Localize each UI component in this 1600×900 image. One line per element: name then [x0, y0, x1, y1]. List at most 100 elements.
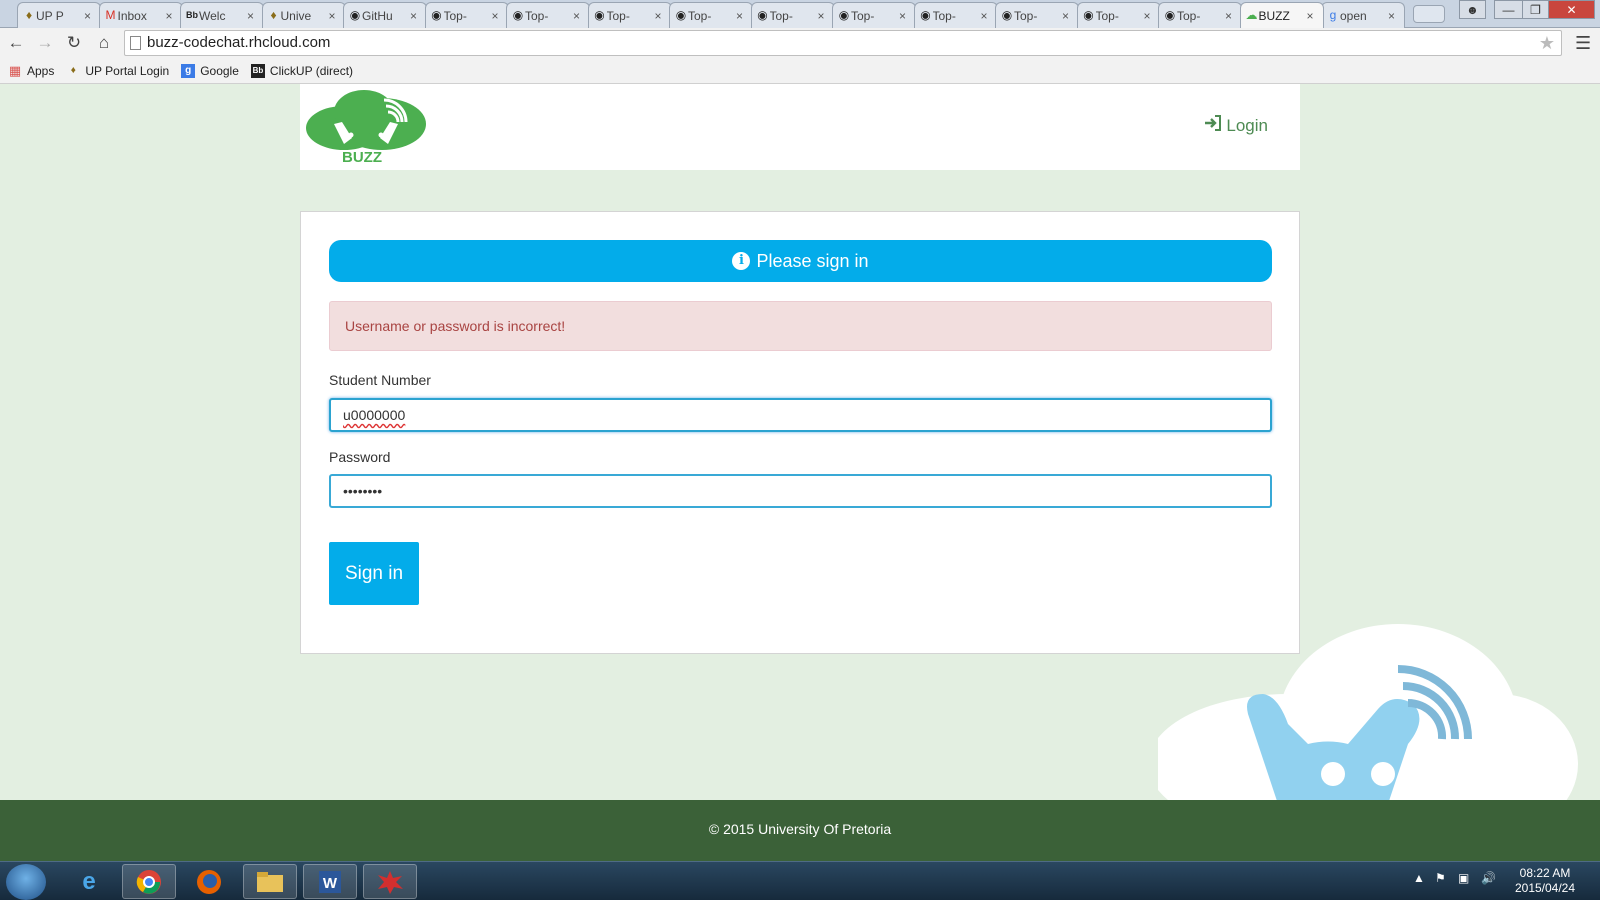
- tab-close-icon[interactable]: ×: [981, 9, 988, 23]
- bookmark-clickup[interactable]: Bb ClickUP (direct): [250, 63, 354, 78]
- gmail-icon: M: [105, 8, 116, 22]
- tab-label: UP P: [36, 8, 64, 23]
- tab-close-icon[interactable]: ×: [573, 9, 580, 23]
- tab-label: Top-: [769, 8, 793, 23]
- bookmark-apps[interactable]: ▦ Apps: [8, 63, 55, 78]
- github-icon: ◉: [431, 8, 442, 22]
- tab-label: Top-: [1177, 8, 1201, 23]
- tab-close-icon[interactable]: ×: [1225, 9, 1232, 23]
- copyright-text: © 2015 University Of Pretoria: [708, 821, 892, 837]
- tab-close-icon[interactable]: ×: [899, 9, 906, 23]
- student-number-label: Student Number: [329, 372, 431, 388]
- site-header: BUZZ Login: [300, 84, 1300, 170]
- browser-tab[interactable]: ◉ GitHu ×: [343, 2, 427, 28]
- start-button[interactable]: [6, 864, 46, 900]
- clock-date: 2015/04/24: [1514, 881, 1576, 895]
- bookmark-up-portal[interactable]: ♦ UP Portal Login: [66, 64, 169, 78]
- sign-in-panel: i Please sign in Username or password is…: [300, 211, 1300, 654]
- student-number-input[interactable]: u0000000: [329, 398, 1272, 432]
- bookmark-google[interactable]: g Google: [181, 63, 239, 78]
- bookmark-star-icon[interactable]: ★: [1539, 31, 1555, 55]
- reload-button[interactable]: ↻: [62, 32, 86, 54]
- site-footer: © 2015 University Of Pretoria: [0, 800, 1600, 861]
- tab-close-icon[interactable]: ×: [736, 9, 743, 23]
- tab-close-icon[interactable]: ×: [1307, 9, 1314, 23]
- minimize-button[interactable]: —: [1494, 0, 1523, 19]
- browser-tab[interactable]: Bb Welc ×: [180, 2, 264, 28]
- tab-close-icon[interactable]: ×: [1388, 9, 1395, 23]
- github-icon: ◉: [512, 8, 524, 22]
- browser-tab[interactable]: ♦ Unive ×: [261, 2, 346, 28]
- browser-tab[interactable]: ◉ Top- ×: [424, 2, 509, 28]
- tab-close-icon[interactable]: ×: [84, 9, 91, 23]
- tray-expand-icon[interactable]: ▲: [1413, 871, 1425, 885]
- close-window-button[interactable]: ✕: [1548, 0, 1595, 19]
- tab-close-icon[interactable]: ×: [247, 9, 254, 23]
- folder-icon[interactable]: [243, 864, 297, 899]
- tab-label: Top-: [851, 8, 875, 23]
- tab-close-icon[interactable]: ×: [1062, 9, 1069, 23]
- tab-close-icon[interactable]: ×: [329, 9, 336, 23]
- tab-label: GitHu: [362, 8, 393, 23]
- bookmark-label: ClickUP (direct): [269, 63, 354, 78]
- network-icon[interactable]: ▣: [1458, 871, 1469, 885]
- sign-in-button[interactable]: Sign in: [329, 542, 419, 605]
- browser-tab[interactable]: ☁ BUZZ ×: [1239, 2, 1324, 28]
- volume-icon[interactable]: 🔊: [1481, 871, 1496, 885]
- chrome-menu-icon[interactable]: ☰: [1575, 33, 1591, 54]
- github-icon: ◉: [1083, 8, 1094, 22]
- address-bar[interactable]: buzz-codechat.rhcloud.com ★: [124, 30, 1562, 56]
- github-icon: ◉: [594, 8, 605, 22]
- firefox-icon[interactable]: [182, 864, 236, 899]
- error-message: Username or password is incorrect!: [345, 318, 566, 334]
- browser-tab[interactable]: ◉ Top- ×: [995, 2, 1079, 28]
- action-center-flag-icon[interactable]: ⚑: [1435, 871, 1446, 885]
- blackboard-icon: Bb: [250, 63, 265, 78]
- tab-close-icon[interactable]: ×: [1144, 9, 1151, 23]
- tab-label: Top-: [688, 8, 712, 23]
- browser-tab[interactable]: ◉ Top- ×: [1158, 2, 1242, 28]
- browser-tab[interactable]: ◉ Top- ×: [750, 2, 835, 28]
- tab-close-icon[interactable]: ×: [166, 9, 173, 23]
- browser-tab[interactable]: ◉ Top- ×: [506, 2, 590, 28]
- tab-close-icon[interactable]: ×: [818, 9, 825, 23]
- password-label: Password: [329, 449, 391, 465]
- browser-tab[interactable]: ◉ Top- ×: [913, 2, 998, 28]
- home-button[interactable]: ⌂: [92, 32, 116, 54]
- red-splat-icon[interactable]: [363, 864, 417, 899]
- forward-button[interactable]: →: [33, 32, 57, 54]
- github-icon: ◉: [1001, 8, 1013, 22]
- browser-toolbar: ← → ↻ ⌂ buzz-codechat.rhcloud.com ★ ☰: [0, 28, 1600, 58]
- password-input[interactable]: ••••••••: [329, 474, 1272, 508]
- word-icon[interactable]: W: [303, 864, 357, 899]
- system-clock[interactable]: 08:22 AM 2015/04/24: [1510, 866, 1580, 896]
- github-icon: ◉: [757, 8, 768, 22]
- tab-close-icon[interactable]: ×: [410, 9, 417, 23]
- browser-tab[interactable]: ◉ Top- ×: [832, 2, 916, 28]
- browser-tab[interactable]: ♦ UP P ×: [17, 2, 101, 28]
- new-tab-button[interactable]: [1413, 5, 1445, 23]
- buzz-logo[interactable]: BUZZ: [304, 86, 429, 169]
- tab-strip: ♦ UP P × M Inbox × Bb Welc × ♦ Unive × ◉ GitHu × ◉ Top- ×…: [0, 0, 1600, 28]
- browser-tab[interactable]: M Inbox ×: [98, 2, 183, 28]
- tab-close-icon[interactable]: ×: [655, 9, 662, 23]
- up-crest-icon: ♦: [70, 64, 76, 76]
- bookmarks-bar: ▦ Apps ♦ UP Portal Login g Google Bb Cli…: [0, 58, 1600, 84]
- tab-label: Top-: [606, 8, 630, 23]
- browser-tab[interactable]: ◉ Top- ×: [587, 2, 672, 28]
- student-number-value: u0000000: [343, 407, 406, 423]
- maximize-button[interactable]: ❐: [1522, 0, 1549, 19]
- browser-tab[interactable]: ◉ Top- ×: [1076, 2, 1161, 28]
- user-icon[interactable]: ☻: [1459, 0, 1486, 19]
- clock-time: 08:22 AM: [1519, 866, 1571, 880]
- back-button[interactable]: ←: [4, 32, 28, 54]
- browser-tab[interactable]: g open ×: [1321, 2, 1405, 28]
- login-link[interactable]: Login: [1204, 115, 1268, 136]
- sign-in-banner: i Please sign in: [329, 240, 1272, 282]
- url-text: buzz-codechat.rhcloud.com: [147, 34, 331, 51]
- internet-explorer-icon[interactable]: e: [62, 864, 116, 899]
- tab-close-icon[interactable]: ×: [492, 9, 499, 23]
- browser-tab[interactable]: ◉ Top- ×: [669, 2, 753, 28]
- page-icon: [130, 36, 141, 50]
- chrome-icon[interactable]: [122, 864, 176, 899]
